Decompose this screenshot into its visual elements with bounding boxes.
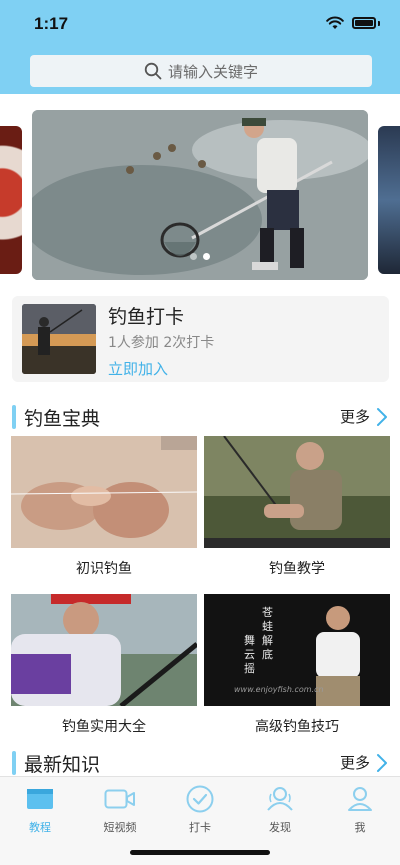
status-icons bbox=[326, 16, 380, 30]
guide-thumbnail-angler-rod bbox=[11, 594, 197, 706]
battery-icon bbox=[352, 17, 376, 29]
tab-discover[interactable]: 发现 bbox=[240, 785, 320, 835]
chevron-right-icon bbox=[377, 753, 387, 772]
thumbnail-calligraphy-char: 舞 bbox=[244, 634, 255, 647]
section-title-guide: 钓鱼宝典 bbox=[24, 408, 101, 430]
check-circle-icon bbox=[160, 785, 240, 813]
guide-card-intro[interactable]: 初识钓鱼 bbox=[11, 436, 197, 578]
svg-text:www.enjoyfish.com.cn: www.enjoyfish.com.cn bbox=[234, 685, 324, 694]
checkin-stats: 1人参加 2次打卡 bbox=[108, 335, 215, 351]
guide-thumbnail-presenter: 苍蛙解底舞云摇 www.enjoyfish.com.cn bbox=[204, 594, 390, 706]
banner-next-slide[interactable] bbox=[378, 126, 400, 274]
chevron-right-icon bbox=[377, 407, 387, 426]
thumbnail-calligraphy-char: 苍 bbox=[262, 606, 273, 619]
guide-card-label[interactable]: 初识钓鱼 bbox=[11, 558, 197, 578]
angler-sunset-image bbox=[22, 304, 96, 374]
tab-label[interactable]: 打卡 bbox=[160, 819, 240, 835]
thumbnail-calligraphy-char: 摇 bbox=[244, 661, 255, 675]
banner-slide-ice-fishing[interactable] bbox=[32, 110, 368, 280]
wifi-icon bbox=[326, 16, 344, 29]
person-icon bbox=[320, 785, 400, 813]
angler-with-rod-image bbox=[11, 594, 197, 706]
instructor-outdoors-image bbox=[204, 436, 390, 548]
fishing-checkin-card[interactable]: 钓鱼打卡 1人参加 2次打卡 立即加入 bbox=[12, 296, 389, 382]
search-bar[interactable]: 请输入关键字 bbox=[30, 55, 372, 87]
section-header-latest: 最新知识 更多 bbox=[12, 748, 388, 776]
guide-card-label[interactable]: 钓鱼实用大全 bbox=[11, 716, 197, 736]
status-time: 1:17 bbox=[34, 14, 69, 33]
guide-card-label[interactable]: 钓鱼教学 bbox=[204, 558, 390, 578]
more-label[interactable]: 更多 bbox=[340, 406, 370, 427]
video-icon bbox=[80, 785, 160, 813]
carousel-dot-active[interactable] bbox=[203, 253, 210, 260]
section-accent-bar bbox=[12, 405, 16, 429]
section-header-guide: 钓鱼宝典 更多 bbox=[12, 402, 388, 430]
home-indicator bbox=[130, 850, 270, 855]
thumbnail-calligraphy-char: 云 bbox=[244, 648, 255, 661]
tab-label[interactable]: 发现 bbox=[240, 819, 320, 835]
thumbnail-calligraphy-char: 蛙 bbox=[262, 620, 273, 633]
tab-me[interactable]: 我 bbox=[320, 785, 400, 835]
thumbnail-calligraphy-char: 解 bbox=[262, 633, 273, 647]
tab-label[interactable]: 短视频 bbox=[80, 819, 160, 835]
join-now-link[interactable]: 立即加入 bbox=[108, 358, 168, 379]
section-accent-bar bbox=[12, 751, 16, 775]
guide-card-teaching[interactable]: 钓鱼教学 bbox=[204, 436, 390, 578]
section-title-latest: 最新知识 bbox=[24, 754, 101, 776]
tab-label[interactable]: 教程 bbox=[0, 819, 80, 835]
checkin-thumbnail bbox=[22, 304, 96, 374]
more-button-guide[interactable]: 更多 bbox=[340, 406, 388, 427]
carousel-dot[interactable] bbox=[190, 253, 197, 260]
banner-prev-slide[interactable] bbox=[0, 126, 22, 274]
banner-carousel[interactable] bbox=[0, 110, 400, 282]
people-icon bbox=[240, 785, 320, 813]
presenter-dark-studio-image: 苍蛙解底舞云摇 www.enjoyfish.com.cn bbox=[204, 594, 390, 706]
guide-card-label[interactable]: 高级钓鱼技巧 bbox=[204, 716, 390, 736]
tab-label[interactable]: 我 bbox=[320, 819, 400, 835]
tab-short-video[interactable]: 短视频 bbox=[80, 785, 160, 835]
tab-checkin[interactable]: 打卡 bbox=[160, 785, 240, 835]
guide-card-practical[interactable]: 钓鱼实用大全 bbox=[11, 594, 197, 736]
guide-thumbnail-hands-knot bbox=[11, 436, 197, 548]
checkin-title: 钓鱼打卡 bbox=[108, 306, 185, 328]
thumbnail-calligraphy-char: 底 bbox=[262, 647, 273, 661]
hands-tying-line-image bbox=[11, 436, 197, 548]
tab-tutorial[interactable]: 教程 bbox=[0, 785, 80, 835]
guide-thumbnail-instructor bbox=[204, 436, 390, 548]
book-icon bbox=[0, 785, 80, 813]
more-button-latest[interactable]: 更多 bbox=[340, 752, 388, 773]
guide-card-advanced[interactable]: 苍蛙解底舞云摇 www.enjoyfish.com.cn 高级钓鱼技巧 bbox=[204, 594, 390, 736]
top-header: 1:17 请输入关键字 bbox=[0, 0, 400, 94]
status-bar: 1:17 bbox=[0, 0, 400, 46]
carousel-dots bbox=[32, 253, 368, 260]
battery-tip bbox=[378, 20, 380, 26]
search-placeholder[interactable]: 请输入关键字 bbox=[168, 61, 258, 82]
search-icon bbox=[144, 62, 162, 80]
more-label[interactable]: 更多 bbox=[340, 752, 370, 773]
